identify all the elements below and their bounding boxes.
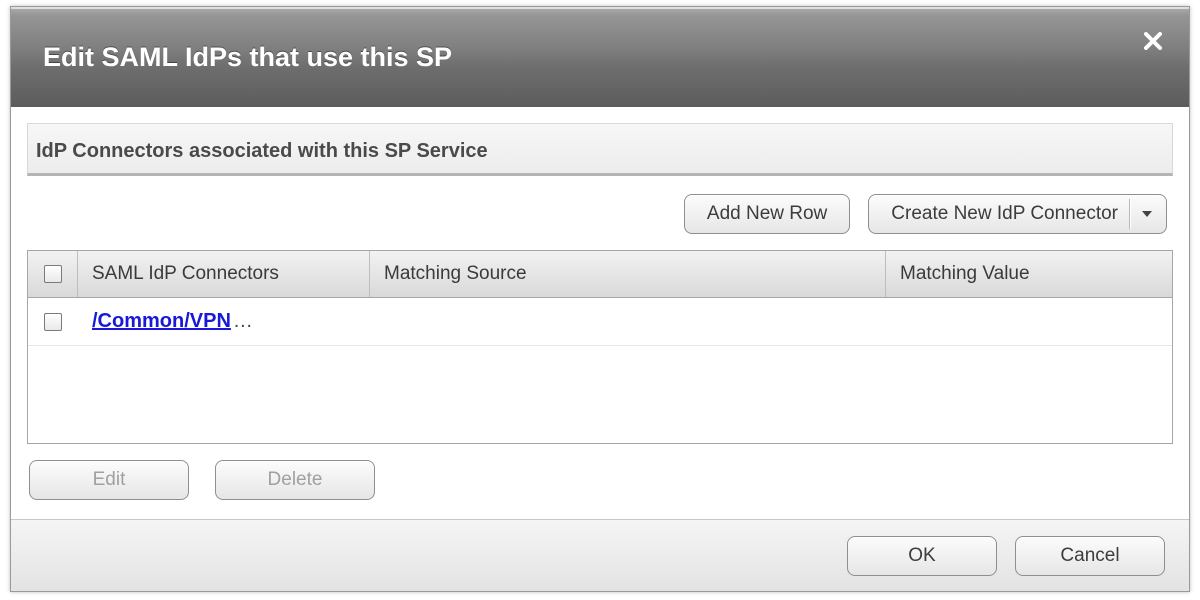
column-header-matching-source[interactable]: Matching Source <box>370 251 886 297</box>
dialog-edit-saml-idps: Edit SAML IdPs that use this SP IdP Conn… <box>10 6 1190 592</box>
close-button[interactable] <box>1141 29 1165 53</box>
connector-link[interactable]: /Common/VPN <box>92 310 231 332</box>
column-header-connector[interactable]: SAML IdP Connectors <box>78 251 370 297</box>
connector-ellipsis: … <box>233 310 253 332</box>
table-row[interactable]: /Common/VPN… <box>28 298 1172 346</box>
cell-matching-value <box>886 298 1172 345</box>
section-heading: IdP Connectors associated with this SP S… <box>27 123 1173 176</box>
table-action-row: Add New Row Create New IdP Connector <box>27 176 1173 250</box>
create-new-idp-connector-button[interactable]: Create New IdP Connector <box>868 194 1167 234</box>
edit-button[interactable]: Edit <box>29 460 189 500</box>
close-icon <box>1144 32 1162 50</box>
cancel-button[interactable]: Cancel <box>1015 536 1165 576</box>
ok-button[interactable]: OK <box>847 536 997 576</box>
idp-connector-table: SAML IdP Connectors Matching Source Matc… <box>27 250 1173 444</box>
dialog-footer: OK Cancel <box>11 519 1189 591</box>
row-checkbox[interactable] <box>44 313 62 331</box>
dialog-titlebar: Edit SAML IdPs that use this SP <box>11 7 1189 107</box>
row-checkbox-cell <box>28 298 78 345</box>
delete-button[interactable]: Delete <box>215 460 375 500</box>
create-new-idp-connector-label: Create New IdP Connector <box>891 203 1118 225</box>
dialog-body: IdP Connectors associated with this SP S… <box>11 107 1189 519</box>
select-all-checkbox[interactable] <box>44 265 62 283</box>
column-header-matching-value[interactable]: Matching Value <box>886 251 1172 297</box>
dropdown-divider <box>1129 199 1130 229</box>
table-header-row: SAML IdP Connectors Matching Source Matc… <box>28 251 1172 298</box>
add-new-row-button[interactable]: Add New Row <box>684 194 850 234</box>
header-checkbox-cell <box>28 251 78 297</box>
cell-matching-source <box>370 298 886 345</box>
row-action-buttons: Edit Delete <box>27 444 1173 500</box>
dialog-title: Edit SAML IdPs that use this SP <box>43 42 452 73</box>
cell-connector: /Common/VPN… <box>78 298 370 345</box>
